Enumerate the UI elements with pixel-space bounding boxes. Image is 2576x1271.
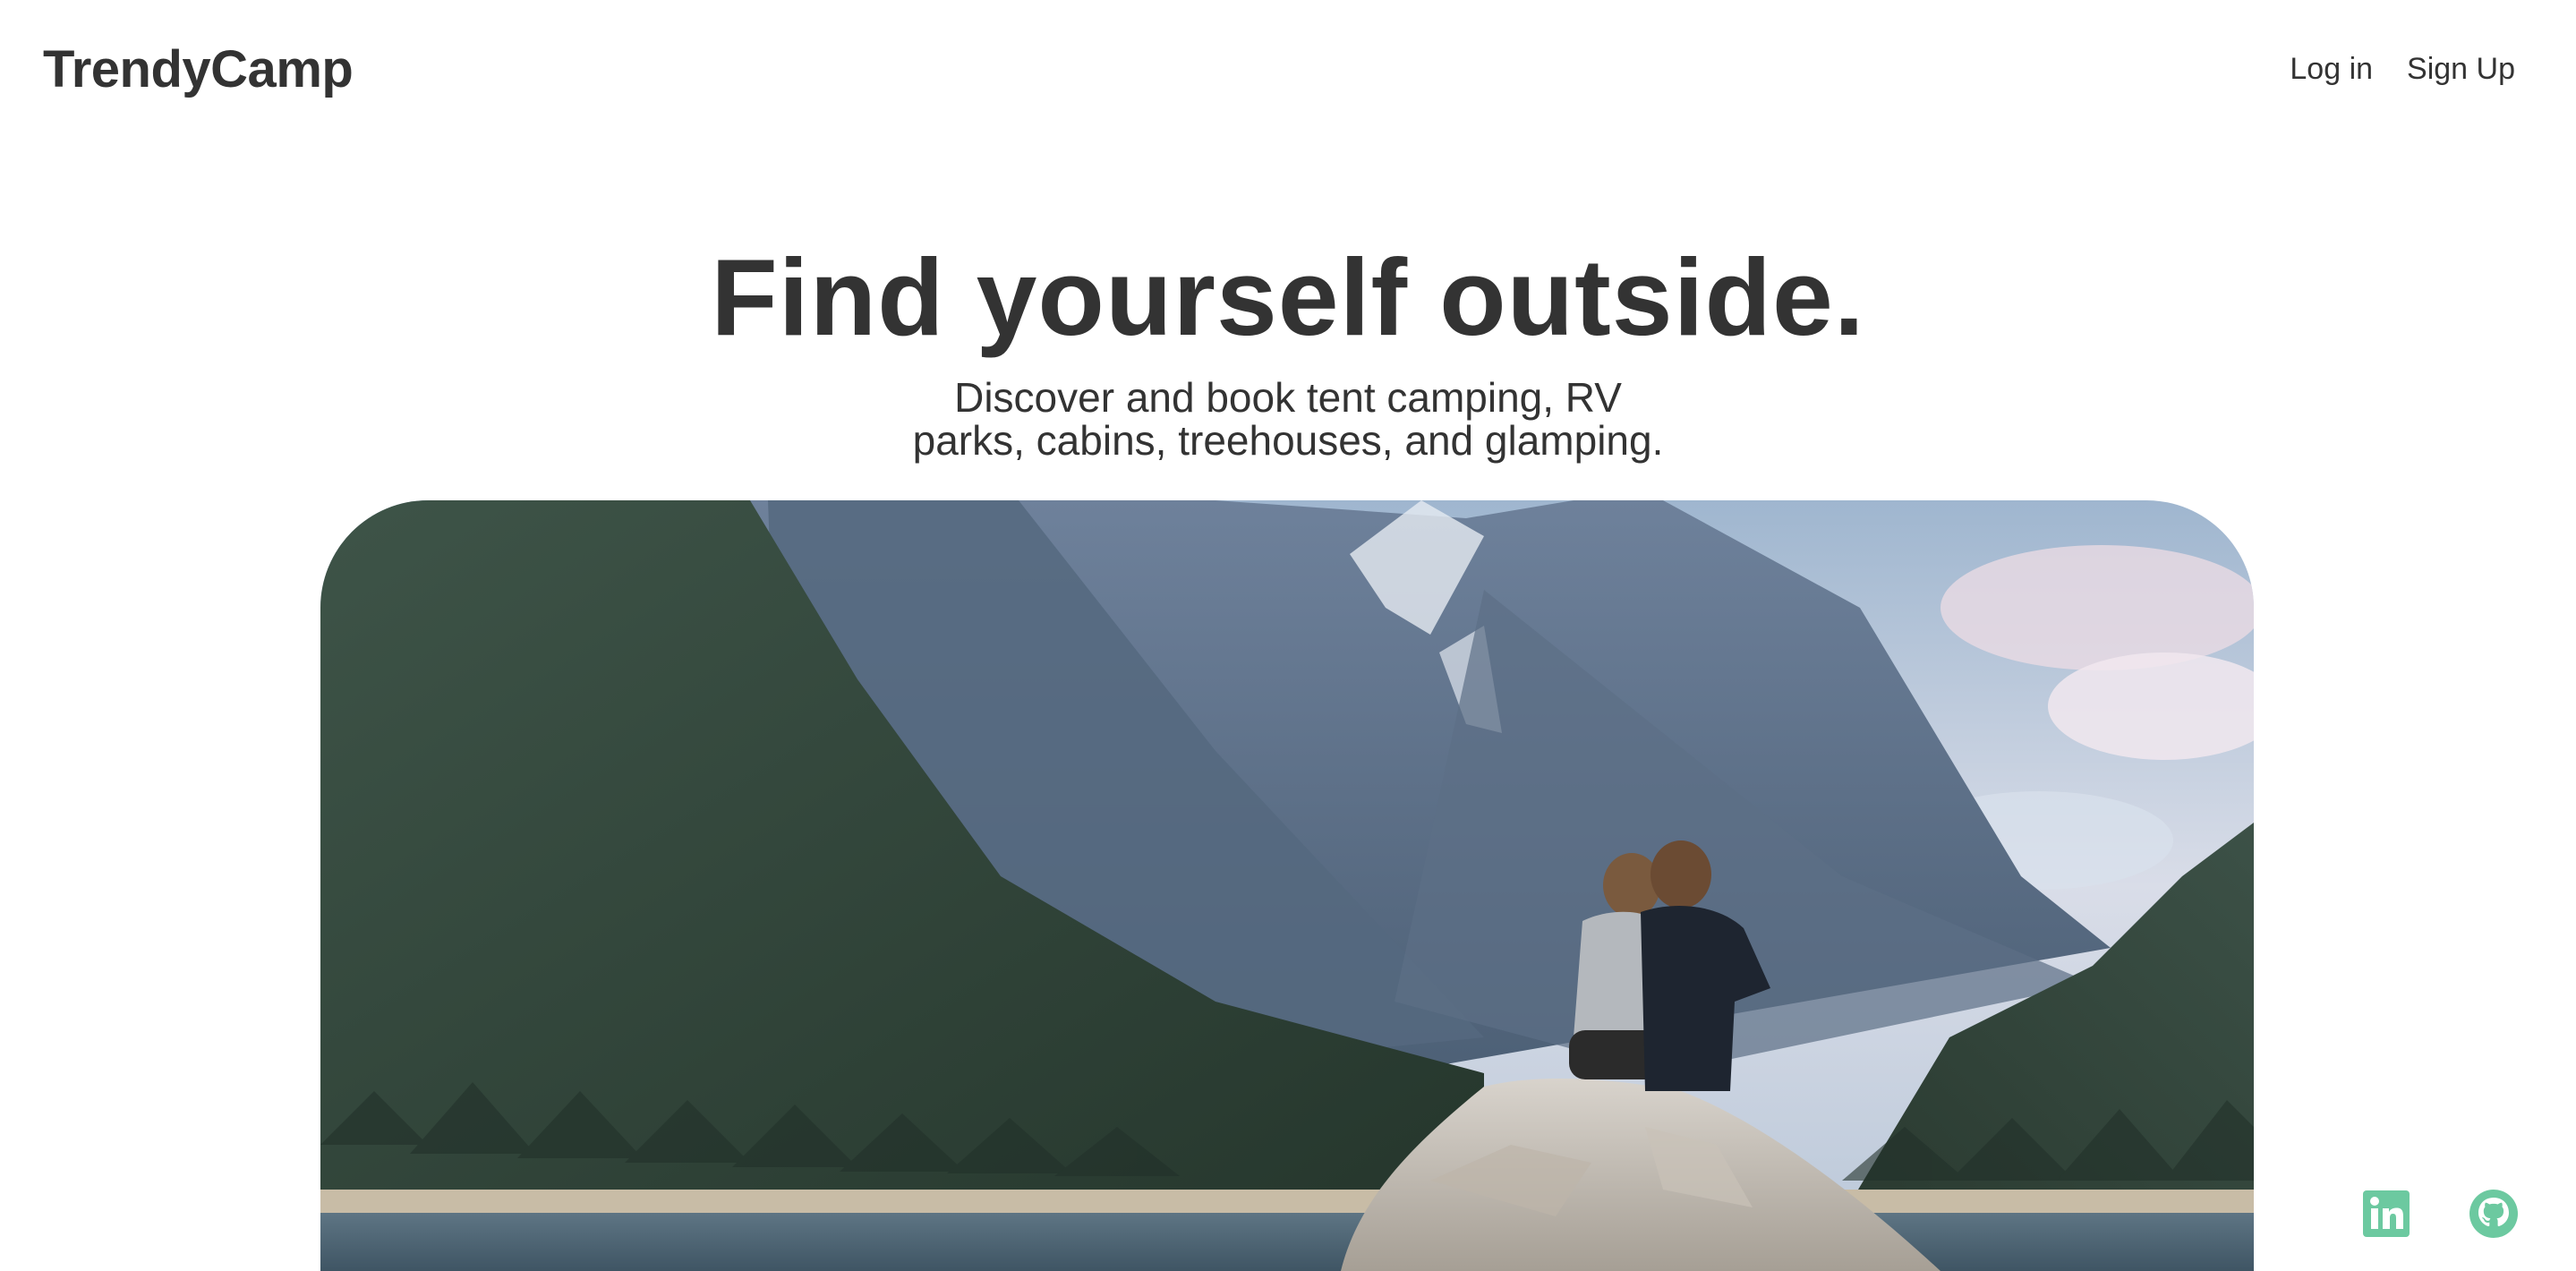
hero-subhead-line-1: Discover and book tent camping, RV xyxy=(954,374,1622,421)
hero-image xyxy=(320,500,2254,1271)
linkedin-icon[interactable] xyxy=(2363,1187,2410,1241)
linkedin-glyph xyxy=(2363,1190,2410,1237)
github-icon[interactable] xyxy=(2469,1187,2519,1241)
mountain-lake-couple-photo xyxy=(320,500,2254,1271)
site-header: TrendyCamp Log in Sign Up xyxy=(0,0,2576,143)
landing-page: TrendyCamp Log in Sign Up Find yourself … xyxy=(0,0,2576,1271)
site-logo[interactable]: TrendyCamp xyxy=(43,39,354,99)
hero-subhead: Discover and book tent camping, RV parks… xyxy=(0,376,2576,462)
login-link[interactable]: Log in xyxy=(2290,52,2373,87)
hero-headline: Find yourself outside. xyxy=(711,236,1865,358)
hero-subhead-line-2: parks, cabins, treehouses, and glamping. xyxy=(912,417,1664,464)
signup-link[interactable]: Sign Up xyxy=(2407,52,2515,87)
github-glyph xyxy=(2469,1190,2518,1238)
auth-nav: Log in Sign Up xyxy=(2290,52,2515,87)
